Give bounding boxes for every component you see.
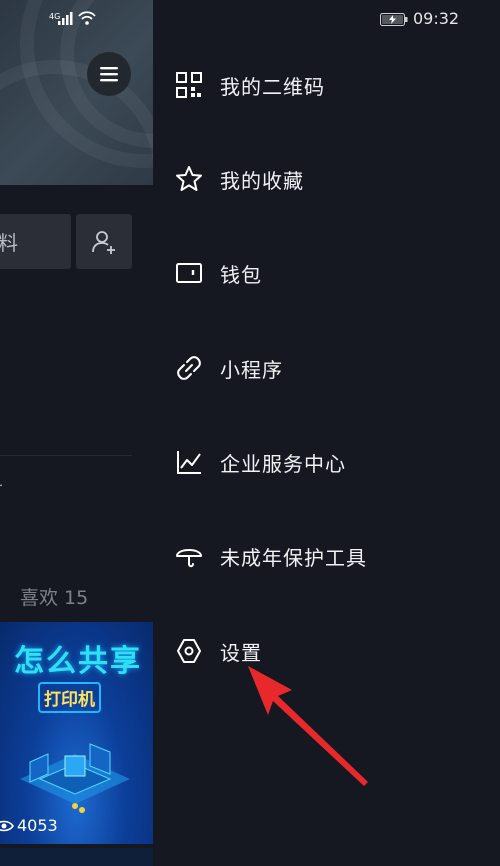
tab-likes-count: 15 [64,587,89,609]
drawer-item-label: 小程序 [220,357,283,382]
wifi-icon [78,11,96,25]
star-icon [176,166,202,191]
view-count: 4053 [0,816,58,835]
drawer-item-label: 我的二维码 [220,74,325,99]
drawer-item-wallet[interactable]: 钱包 [173,253,473,293]
video-title: 怎么共享 [14,644,142,679]
section-divider [0,455,132,456]
eye-icon [0,820,14,831]
view-count-value: 4053 [17,816,58,835]
drawer-item-label: 企业服务中心 [220,451,346,476]
drawer-item-label: 钱包 [220,262,262,287]
isometric-chip-illustration [20,743,130,813]
add-friend-button[interactable] [76,214,132,269]
red-arrow-annotation [248,666,368,786]
profile-page-background: 料 - 喜欢15 怎么共享 打印机 4053 [0,0,153,866]
umbrella-icon [176,549,202,568]
hexagon-gear-icon [177,639,201,663]
signal-icon [58,12,73,25]
hamburger-menu-button[interactable] [87,52,131,96]
video-thumbnail-next[interactable] [0,848,153,866]
drawer-item-mini-programs[interactable]: 小程序 [173,348,473,388]
hamburger-icon [100,67,118,82]
drawer-item-label: 我的收藏 [220,168,304,193]
drawer-item-my-qr-code[interactable]: 我的二维码 [173,65,473,105]
status-bar: 4G 09:32 [0,0,500,38]
edit-profile-label: 料 [0,231,18,255]
battery-charging-icon [380,13,408,26]
partial-text: - [0,475,3,494]
link-icon [177,356,201,380]
edit-profile-button[interactable]: 料 [0,214,71,269]
drawer-item-minor-protection[interactable]: 未成年保护工具 [173,536,473,576]
video-thumbnail[interactable]: 怎么共享 打印机 4053 [0,622,153,844]
drawer-item-enterprise-service-center[interactable]: 企业服务中心 [173,442,473,482]
wallet-icon [176,263,202,283]
drawer-item-my-favorites[interactable]: 我的收藏 [173,159,473,199]
line-chart-icon [177,451,201,474]
drawer-item-label: 未成年保护工具 [220,545,367,570]
clock: 09:32 [413,9,460,28]
tab-likes-label: 喜欢 [20,587,59,609]
add-user-icon [92,230,115,254]
tab-likes[interactable]: 喜欢 15 [20,583,88,610]
video-subtitle: 打印机 [38,682,101,713]
qr-code-icon [176,72,202,98]
